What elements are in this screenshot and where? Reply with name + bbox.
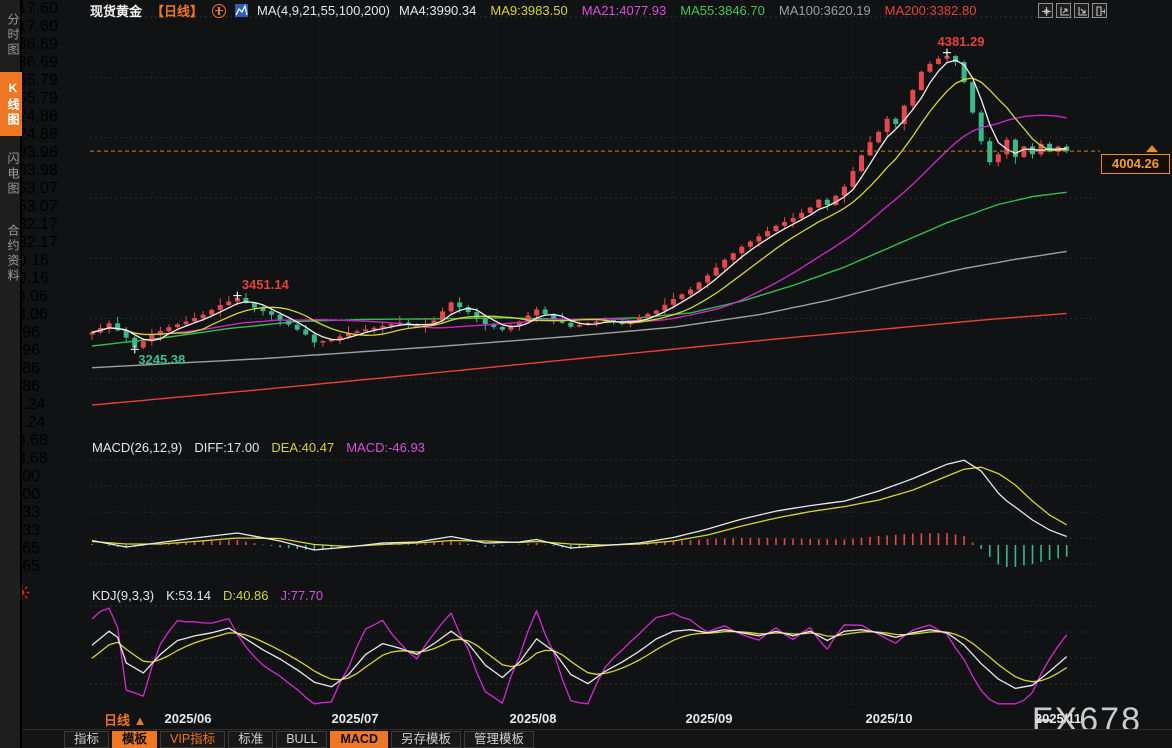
kdj-k-value: K:53.14 [166, 588, 211, 603]
bottom-toolbar: 指标模板VIP指标标准BULLMACD另存模板管理模板 [22, 729, 1172, 748]
toolbar-tab-指标[interactable]: 指标 [64, 731, 109, 748]
symbol-name: 现货黄金 [90, 1, 142, 20]
x-axis-month-label: 2025/08 [510, 711, 557, 726]
last-price-tag[interactable]: 4004.26 [1101, 154, 1170, 174]
toolbar-tab-BULL[interactable]: BULL [276, 731, 327, 748]
macd-title: MACD(26,12,9) [92, 440, 182, 455]
pane-expand-icon[interactable] [1092, 3, 1107, 18]
x-axis-month-label: 2025/06 [165, 711, 212, 726]
high-price-annotation: 4381.29 [938, 34, 985, 49]
ma-value: MA200:3382.80 [885, 3, 977, 18]
ma-value: MA4:3990.34 [399, 3, 476, 18]
last-price-value: 4004.26 [1112, 156, 1159, 171]
x-axis-month-label: 2025/07 [332, 711, 379, 726]
sidebar-item-闪电图[interactable]: 闪电图 [0, 142, 22, 206]
period-tag[interactable]: 【日线】 [151, 1, 203, 20]
chart-type-icon[interactable] [235, 4, 248, 17]
low-price-annotation: 3245.38 [138, 352, 185, 367]
sidebar-item-合约资料[interactable]: 合约资料 [0, 212, 22, 296]
ma-value: MA21:4077.93 [582, 3, 667, 18]
period-selector[interactable]: 日线 ▲ [104, 710, 146, 729]
toolbar-tab-模板[interactable]: 模板 [112, 731, 157, 748]
kdj-d-value: D:40.86 [223, 588, 269, 603]
ma-value: MA9:3983.50 [490, 3, 567, 18]
toolbar-tab-标准[interactable]: 标准 [228, 731, 273, 748]
high-price-annotation: 3451.14 [242, 277, 289, 292]
sidebar-item-分时图[interactable]: 分时图 [0, 4, 22, 66]
shift-axis-icon[interactable] [1074, 3, 1089, 18]
header-tool-icons [1038, 3, 1107, 18]
trading-app: 现货黄金 【日线】 MA(4,9,21,55,100,200) MA4:3990… [0, 0, 1172, 748]
left-sidebar: 分时图 K线图闪电图合约资料 [0, 0, 22, 748]
toolbar-tab-VIP指标[interactable]: VIP指标 [160, 731, 225, 748]
price-chart-canvas[interactable] [0, 0, 1172, 748]
toolbar-tab-另存模板[interactable]: 另存模板 [391, 731, 461, 748]
ma-value: MA100:3620.19 [779, 3, 871, 18]
chart-header: 现货黄金 【日线】 MA(4,9,21,55,100,200) MA4:3990… [90, 2, 976, 19]
link-plus-icon[interactable] [212, 4, 226, 18]
ma-values: MA4:3990.34 MA9:3983.50 MA21:4077.93 MA55:3… [399, 3, 976, 18]
ma-group-label: MA(4,9,21,55,100,200) [257, 3, 390, 18]
scale-axis-icon[interactable] [1056, 3, 1071, 18]
x-axis-month-label: 2025/09 [686, 711, 733, 726]
crosshair-icon[interactable] [1038, 3, 1053, 18]
macd-header: MACD(26,12,9) DIFF:17.00 DEA:40.47 MACD:… [92, 440, 425, 455]
macd-value: MACD:-46.93 [346, 440, 425, 455]
sidebar-item-K线图[interactable]: K线图 [0, 72, 22, 136]
macd-dea-value: DEA:40.47 [271, 440, 334, 455]
kdj-j-value: J:77.70 [281, 588, 324, 603]
ma-value: MA55:3846.70 [680, 3, 765, 18]
kdj-title: KDJ(9,3,3) [92, 588, 154, 603]
macd-diff-value: DIFF:17.00 [194, 440, 259, 455]
toolbar-tab-MACD[interactable]: MACD [330, 731, 388, 748]
toolbar-tab-管理模板[interactable]: 管理模板 [464, 731, 534, 748]
x-axis-month-label: 2025/10 [866, 711, 913, 726]
kdj-header: KDJ(9,3,3) K:53.14 D:40.86 J:77.70 [92, 588, 323, 603]
